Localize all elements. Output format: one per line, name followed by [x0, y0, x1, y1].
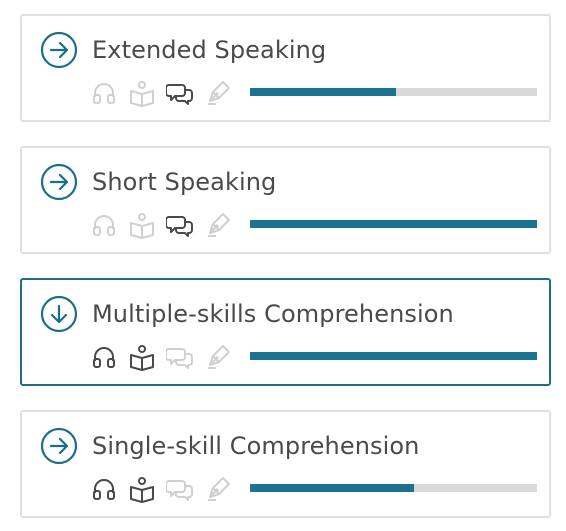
arrow-right-circle-icon[interactable] [40, 427, 78, 465]
progress-fill [250, 352, 537, 360]
task-card-short-speaking[interactable]: Short Speaking [20, 146, 551, 254]
task-header: Single-skill Comprehension [40, 426, 420, 466]
pen-nib-icon [208, 345, 230, 369]
progress-fill [250, 484, 414, 492]
reader-book-icon [130, 477, 154, 503]
progress-fill [250, 88, 397, 96]
skill-icons [90, 210, 232, 240]
speech-bubbles-icon [166, 480, 193, 501]
task-title: Single-skill Comprehension [92, 432, 420, 460]
reader-book-icon [130, 345, 154, 371]
arrow-right-circle-icon[interactable] [40, 163, 78, 201]
pen-nib-icon [208, 477, 230, 501]
skill-icons [90, 474, 232, 504]
task-title: Short Speaking [92, 168, 277, 196]
speech-bubbles-icon [166, 84, 193, 105]
task-header: Extended Speaking [40, 30, 326, 70]
skill-icons [90, 342, 232, 372]
task-card-single-skill-comprehension[interactable]: Single-skill Comprehension [20, 410, 551, 518]
headphones-icon [93, 479, 115, 500]
reader-book-icon [130, 213, 154, 239]
task-card-extended-speaking[interactable]: Extended Speaking [20, 14, 551, 122]
progress-bar [250, 352, 537, 360]
task-title: Multiple-skills Comprehension [92, 300, 454, 328]
progress-bar [250, 220, 537, 228]
speech-bubbles-icon [166, 348, 193, 369]
pen-nib-icon [208, 213, 230, 237]
progress-bar [250, 88, 537, 96]
skill-icons [90, 78, 232, 108]
speech-bubbles-icon [166, 216, 193, 237]
headphones-icon [93, 83, 115, 104]
arrow-down-circle-icon[interactable] [40, 295, 78, 333]
task-header: Multiple-skills Comprehension [40, 294, 454, 334]
headphones-icon [93, 215, 115, 236]
task-title: Extended Speaking [92, 36, 327, 64]
task-list: Extended Speaking Short Speaking Multipl… [0, 0, 566, 531]
progress-bar [250, 484, 537, 492]
headphones-icon [93, 347, 115, 368]
task-card-multiple-skills-comprehension[interactable]: Multiple-skills Comprehension [20, 278, 551, 386]
arrow-right-circle-icon[interactable] [40, 31, 78, 69]
reader-book-icon [130, 81, 154, 107]
progress-fill [250, 220, 537, 228]
task-header: Short Speaking [40, 162, 276, 202]
pen-nib-icon [208, 81, 230, 105]
